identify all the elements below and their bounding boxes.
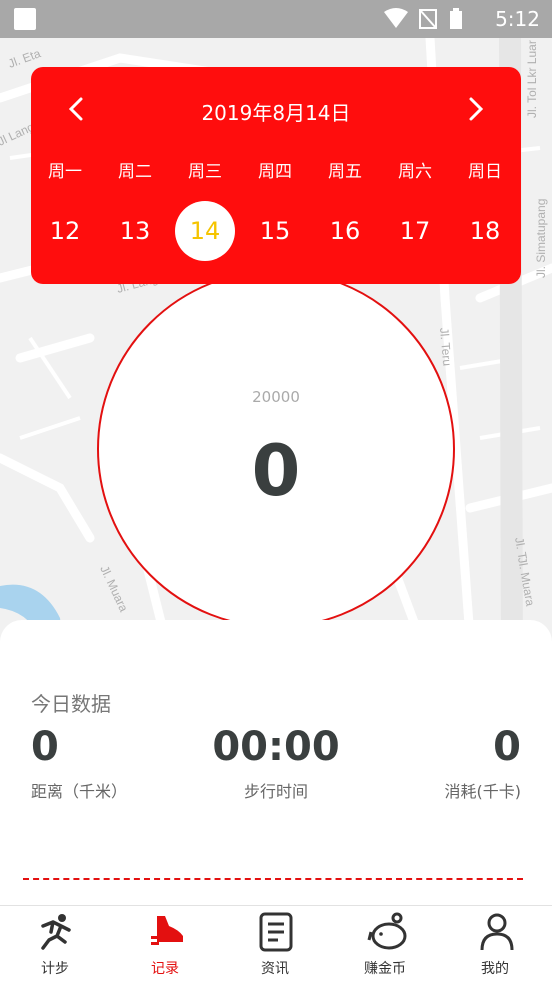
tab-label: 赚金币 <box>364 961 406 977</box>
day-button[interactable]: 17 <box>385 201 445 261</box>
tab-label: 资讯 <box>261 961 289 977</box>
day-button[interactable]: 12 <box>35 201 95 261</box>
weekday-label: 周二 <box>118 162 152 182</box>
tab-records[interactable]: 记录 <box>110 906 220 982</box>
calories-value: 0 <box>493 724 521 770</box>
dashed-divider <box>23 878 523 880</box>
weekday-label: 周六 <box>398 162 432 182</box>
walk-time-value: 00:00 <box>212 724 340 770</box>
status-icons <box>384 8 462 29</box>
street-label: Jl. Muara <box>97 563 131 614</box>
tab-profile[interactable]: 我的 <box>440 906 550 982</box>
app-notification-icon <box>14 8 36 30</box>
calories-label: 消耗(千卡) <box>444 782 522 801</box>
weekday-label: 周四 <box>258 162 292 182</box>
battery-icon <box>450 11 462 29</box>
day-button[interactable]: 18 <box>455 201 515 261</box>
step-count: 0 <box>251 430 301 512</box>
street-label: Jl. Tol Lkr Luar Jkt <box>525 38 539 118</box>
selected-date-title: 2019年8月14日 <box>201 101 351 125</box>
tab-news[interactable]: 资讯 <box>220 906 330 982</box>
wifi-icon <box>384 8 408 28</box>
day-button[interactable]: 15 <box>245 201 305 261</box>
tab-label: 计步 <box>41 961 69 977</box>
tab-label: 记录 <box>151 961 179 977</box>
day-button[interactable]: 13 <box>105 201 165 261</box>
date-picker-card: 2019年8月14日 周一 周二 周三 周四 周五 周六 周日 12 13 14… <box>31 67 521 284</box>
today-stats-sheet: 今日数据 0 距离（千米） 00:00 步行时间 0 消耗(千卡) <box>0 620 552 904</box>
tab-earn-coins[interactable]: 赚金币 <box>330 906 440 982</box>
weekday-label: 周日 <box>468 162 502 182</box>
shoe-icon <box>151 916 183 945</box>
tab-step-counter[interactable]: 计步 <box>0 906 110 982</box>
day-button[interactable]: 16 <box>315 201 375 261</box>
tab-label: 我的 <box>481 961 509 977</box>
news-icon <box>259 912 293 952</box>
piggy-bank-icon <box>367 912 407 950</box>
today-data-title: 今日数据 <box>31 692 111 716</box>
runner-icon <box>41 914 71 950</box>
step-progress-ring: 20000 0 <box>97 270 455 628</box>
bottom-tab-bar: 计步 记录 资讯 赚金币 我的 <box>0 905 552 982</box>
weekday-label: 周一 <box>48 162 82 182</box>
weekday-label: 周三 <box>188 162 222 182</box>
weekday-label: 周五 <box>328 162 362 182</box>
street-label: Jl. Teru <box>437 327 454 367</box>
street-label: Jl. Simatupang <box>534 199 548 278</box>
user-icon <box>480 913 514 951</box>
next-week-icon[interactable] <box>461 95 489 123</box>
clock: 5:12 <box>495 7 540 31</box>
day-button-selected[interactable]: 14 <box>175 201 235 261</box>
step-goal: 20000 <box>252 388 300 406</box>
status-bar: 5:12 <box>0 0 552 38</box>
